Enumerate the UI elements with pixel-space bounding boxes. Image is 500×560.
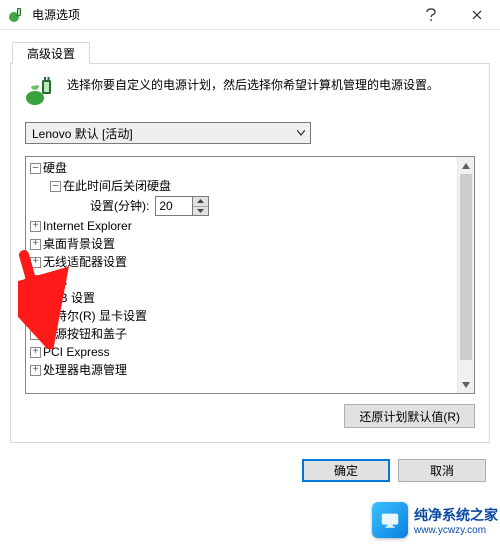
titlebar: 电源选项	[0, 0, 500, 30]
expand-icon[interactable]	[30, 329, 41, 340]
power-plan-combo[interactable]: Lenovo 默认 [活动]	[25, 122, 311, 144]
settings-tree: 硬盘 在此时间后关闭硬盘 设置(分钟):	[25, 156, 475, 394]
tree-label: 硬盘	[43, 160, 67, 176]
restore-defaults-button[interactable]: 还原计划默认值(R)	[344, 404, 475, 428]
tree-item-cpu-power[interactable]: 处理器电源管理	[30, 361, 472, 379]
tree-label: 无线适配器设置	[43, 254, 127, 270]
expand-icon[interactable]	[30, 275, 41, 286]
tree-label: 处理器电源管理	[43, 362, 127, 378]
tree-item-turn-off-hdd[interactable]: 在此时间后关闭硬盘	[30, 177, 472, 195]
tree-scrollbar[interactable]	[457, 157, 474, 393]
tab-advanced-settings[interactable]: 高级设置	[12, 42, 90, 65]
tree-label: 在此时间后关闭硬盘	[63, 178, 171, 194]
tree-label: 桌面背景设置	[43, 236, 115, 252]
watermark: 纯净系统之家 www.ycwzy.com	[372, 502, 498, 538]
expand-icon[interactable]	[30, 347, 41, 358]
tree-item-hdd-setting-value: 设置(分钟):	[30, 195, 472, 217]
advanced-settings-panel: 选择你要自定义的电源计划，然后选择你希望计算机管理的电源设置。 Lenovo 默…	[10, 64, 490, 443]
collapse-icon[interactable]	[50, 181, 61, 192]
tree-item-usb[interactable]: USB 设置	[30, 289, 472, 307]
scroll-track[interactable]	[458, 174, 474, 376]
tree-label: PCI Express	[43, 344, 110, 360]
cancel-button[interactable]: 取消	[398, 459, 486, 482]
tree-label: 英特尔(R) 显卡设置	[43, 308, 147, 324]
power-options-icon	[8, 7, 24, 23]
expand-icon[interactable]	[30, 293, 41, 304]
close-button[interactable]	[454, 0, 500, 30]
expand-icon[interactable]	[30, 365, 41, 376]
tab-strip: 高级设置	[10, 40, 490, 64]
expand-icon[interactable]	[30, 257, 41, 268]
collapse-icon[interactable]	[30, 163, 41, 174]
scroll-up-button[interactable]	[458, 157, 474, 174]
tree-item-desktop-background[interactable]: 桌面背景设置	[30, 235, 472, 253]
tree-label: 睡眠	[43, 272, 67, 288]
watermark-badge-icon	[372, 502, 408, 538]
spinner-up-button[interactable]	[193, 197, 208, 206]
dialog-button-row: 确定 取消	[0, 453, 500, 492]
tree-label: USB 设置	[43, 290, 95, 306]
expand-icon[interactable]	[30, 239, 41, 250]
watermark-url: www.ycwzy.com	[414, 525, 498, 536]
tree-item-power-buttons-lid[interactable]: 电源按钮和盖子	[30, 325, 472, 343]
tree-item-hard-disk[interactable]: 硬盘	[30, 159, 472, 177]
power-plan-selected: Lenovo 默认 [活动]	[32, 125, 296, 142]
minutes-spinner[interactable]	[155, 196, 209, 216]
description-row: 选择你要自定义的电源计划，然后选择你希望计算机管理的电源设置。	[25, 76, 475, 108]
tree-label: 电源按钮和盖子	[43, 326, 127, 342]
tree-item-intel-graphics[interactable]: 英特尔(R) 显卡设置	[30, 307, 472, 325]
tree-item-wireless-adapter[interactable]: 无线适配器设置	[30, 253, 472, 271]
scroll-thumb[interactable]	[460, 174, 472, 360]
watermark-name: 纯净系统之家	[414, 507, 498, 523]
expand-icon[interactable]	[30, 221, 41, 232]
chevron-down-icon	[296, 130, 306, 136]
tree-label: Internet Explorer	[43, 218, 132, 234]
tree-item-sleep[interactable]: 睡眠	[30, 271, 472, 289]
scroll-down-button[interactable]	[458, 376, 474, 393]
minutes-input[interactable]	[155, 196, 193, 216]
tree-item-internet-explorer[interactable]: Internet Explorer	[30, 217, 472, 235]
power-plan-icon	[25, 76, 57, 108]
help-button[interactable]	[408, 0, 454, 30]
expand-icon[interactable]	[30, 311, 41, 322]
ok-button[interactable]: 确定	[302, 459, 390, 482]
tree-item-pci-express[interactable]: PCI Express	[30, 343, 472, 361]
window-title: 电源选项	[32, 6, 80, 23]
spinner-down-button[interactable]	[193, 206, 208, 216]
setting-label: 设置(分钟):	[90, 198, 149, 214]
description-text: 选择你要自定义的电源计划，然后选择你希望计算机管理的电源设置。	[67, 76, 439, 108]
